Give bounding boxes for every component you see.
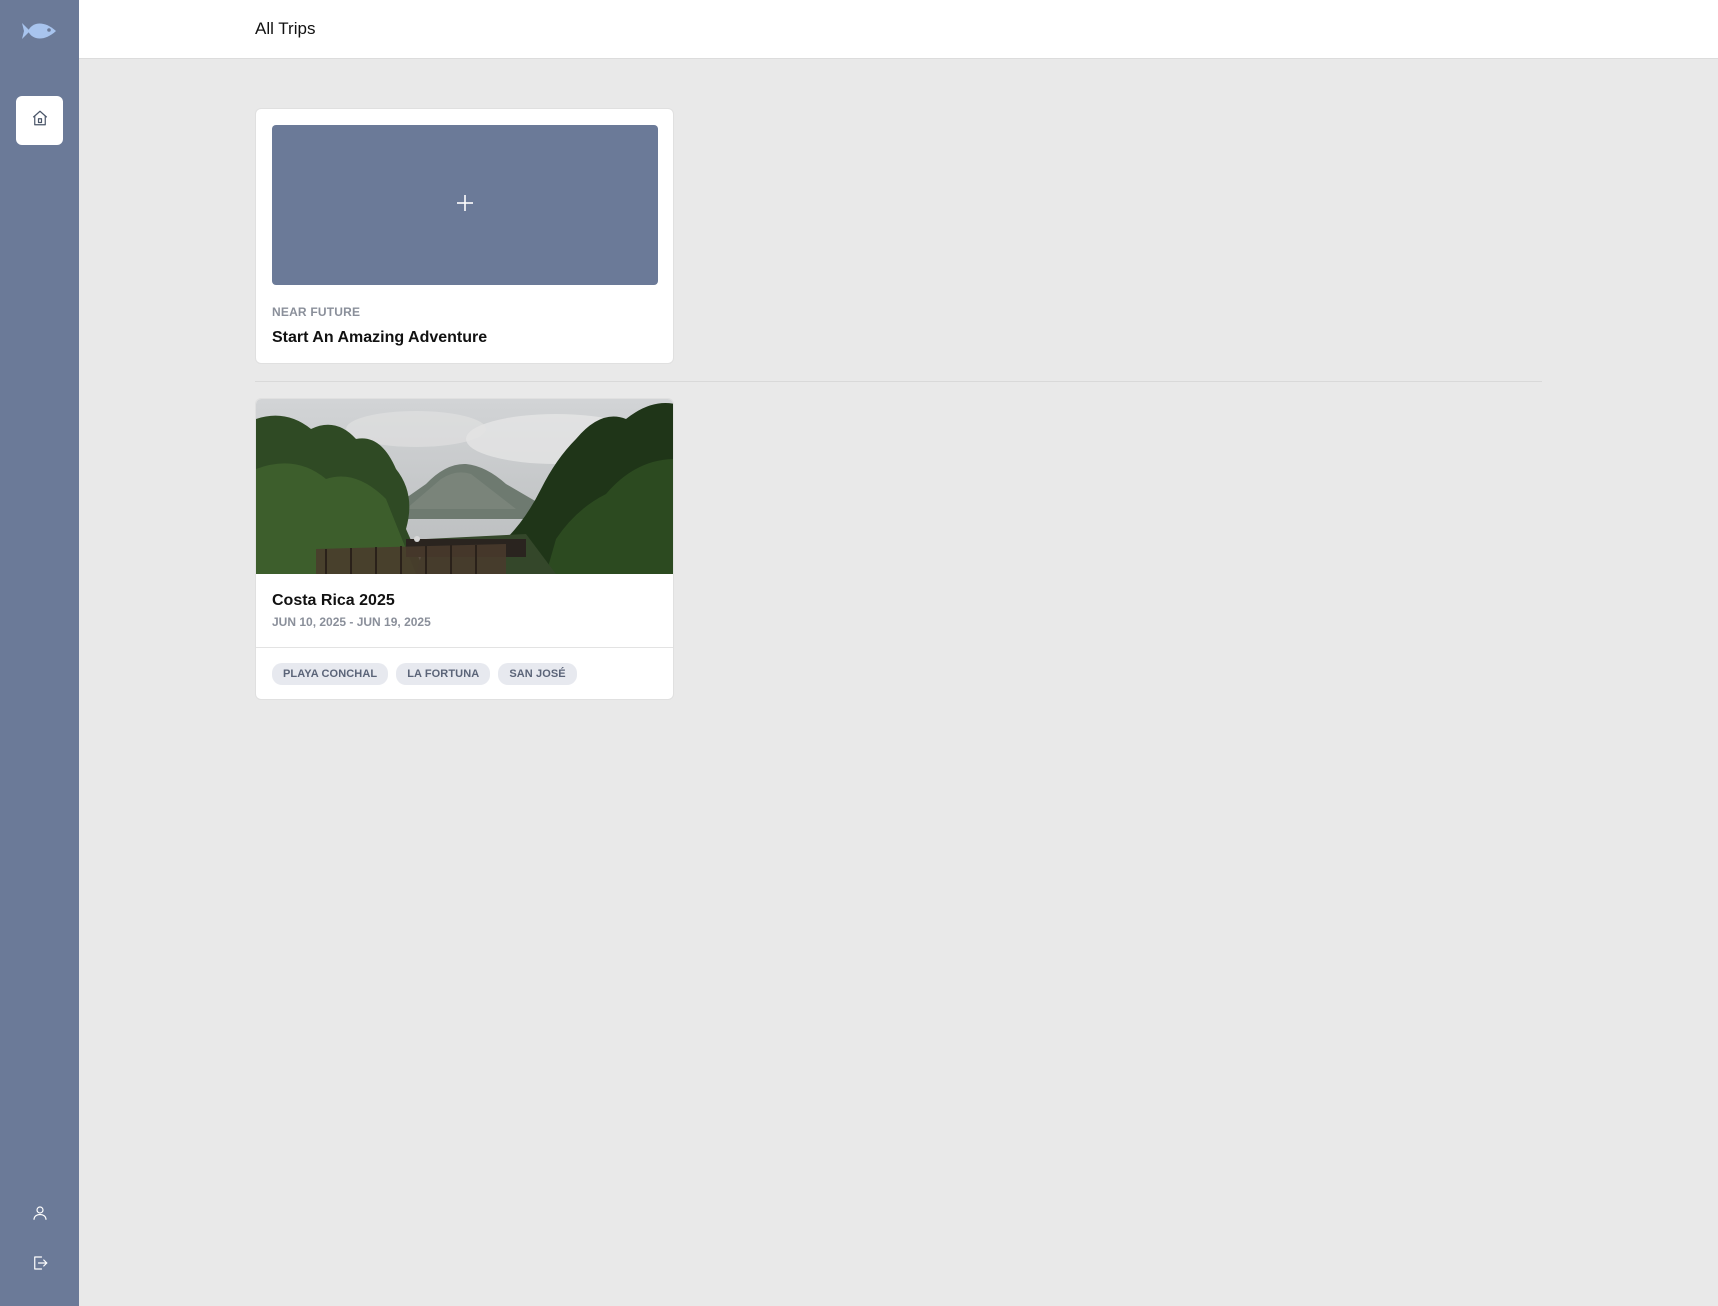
page-title: All Trips (255, 19, 316, 38)
fish-logo-icon[interactable] (22, 18, 58, 44)
new-trip-card[interactable]: NEAR FUTURE Start An Amazing Adventure (255, 108, 674, 364)
trip-cover-photo (256, 399, 673, 574)
new-trip-title: Start An Amazing Adventure (272, 329, 488, 346)
sidebar-item-profile[interactable] (28, 1203, 52, 1227)
plus-icon (455, 193, 475, 218)
tag-la-fortuna[interactable]: LA FORTUNA (396, 663, 491, 685)
home-icon (31, 109, 49, 132)
sidebar-item-logout[interactable] (28, 1253, 52, 1277)
logout-icon (31, 1254, 49, 1277)
card-divider (256, 647, 673, 648)
sidebar-item-home[interactable] (16, 96, 63, 145)
tag-san-jose[interactable]: SAN JOSÉ (498, 663, 577, 685)
tag-playa-conchal[interactable]: PLAYA CONCHAL (272, 663, 389, 685)
trip-dates: JUN 10, 2025 - JUN 19, 2025 (272, 615, 431, 629)
top-bar: All Trips (79, 0, 1718, 59)
section-divider (255, 381, 1542, 382)
new-trip-eyebrow: NEAR FUTURE (272, 305, 361, 319)
trip-card[interactable]: Costa Rica 2025 JUN 10, 2025 - JUN 19, 2… (255, 398, 674, 700)
sidebar (0, 0, 79, 1306)
trip-tags: PLAYA CONCHAL LA FORTUNA SAN JOSÉ (272, 663, 577, 685)
trip-title[interactable]: Costa Rica 2025 (272, 592, 395, 610)
new-trip-placeholder[interactable] (272, 125, 658, 285)
user-icon (31, 1204, 49, 1227)
